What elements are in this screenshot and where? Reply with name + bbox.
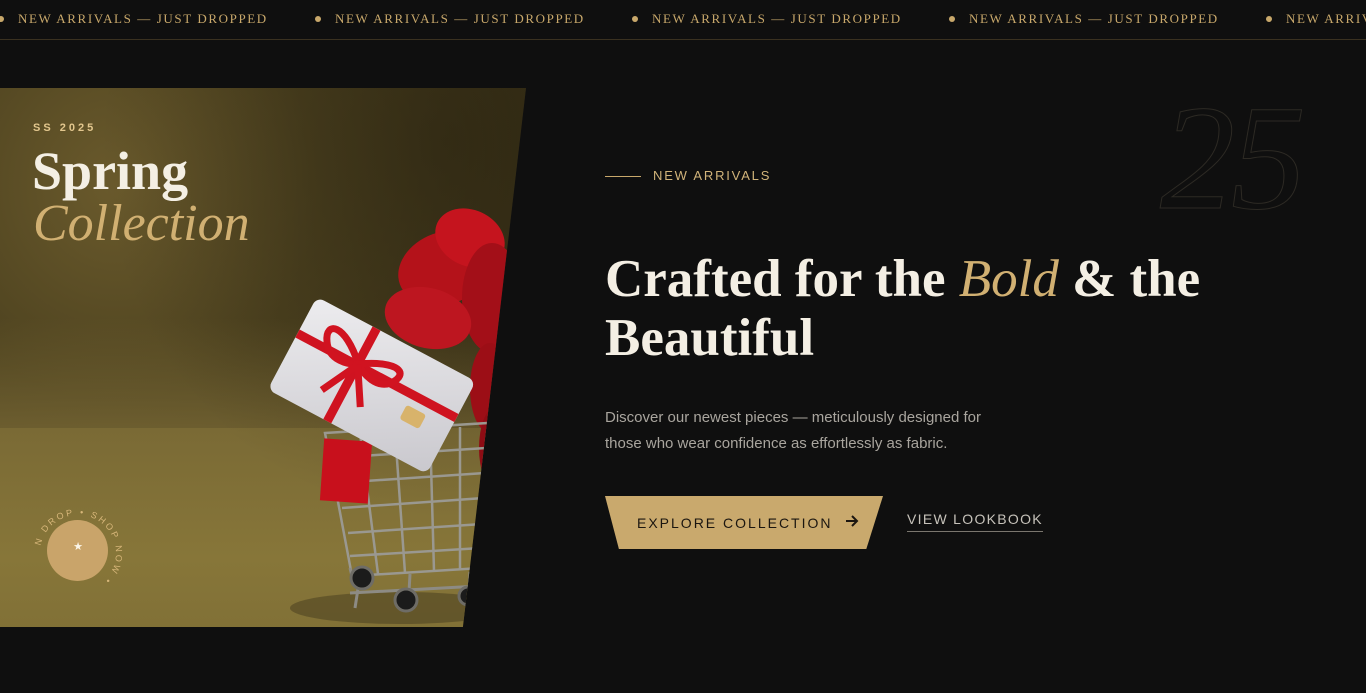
ticker-item: NEW ARRIVALS — JUST DROPPED xyxy=(949,11,1266,27)
season-label: SS 2025 xyxy=(33,122,97,134)
bullet-dot-icon xyxy=(949,16,955,22)
bullet-dot-icon xyxy=(0,16,4,22)
ticker-text: NEW ARRIVALS — JUST DROPPED xyxy=(335,11,585,26)
headline-part1: Crafted for the xyxy=(605,250,959,308)
explore-collection-button[interactable]: EXPLORE COLLECTION xyxy=(605,496,883,549)
eyebrow-label: NEW ARRIVALS xyxy=(653,168,772,183)
badge-text: N DROP • SHOP NOW • xyxy=(33,508,122,587)
ticker-item: NEW ARRIVALS — JUST DROPPED xyxy=(632,11,949,27)
ticker-item: NEW ARRIVALS — JUST DROPPED xyxy=(0,11,315,27)
shop-now-badge[interactable]: ★ N DROP • SHOP NOW • xyxy=(33,508,123,598)
bullet-dot-icon xyxy=(1266,16,1272,22)
bullet-dot-icon xyxy=(315,16,321,22)
hero-title-line2: Collection xyxy=(33,195,250,252)
explore-button-label: EXPLORE COLLECTION xyxy=(637,514,833,531)
ticker-text: NEW ARRIVALS — JUST DROPPED xyxy=(652,11,902,26)
badge-ring-text: N DROP • SHOP NOW • xyxy=(33,508,123,587)
eyebrow-divider xyxy=(605,176,641,177)
decorative-number: 25 xyxy=(1160,75,1307,241)
ticker-text: NEW ARRIVALS — JUST DROPPED xyxy=(18,11,268,26)
hero-title-line1: Spring xyxy=(32,141,189,201)
ticker-text: NEW ARRIVALS — JUST DROPPED xyxy=(1286,11,1366,26)
svg-text:N DROP • SHOP NOW •: N DROP • SHOP NOW • xyxy=(33,508,123,587)
bullet-dot-icon xyxy=(632,16,638,22)
arrow-right-icon xyxy=(845,514,859,532)
headline: Crafted for the Bold & the Beautiful xyxy=(605,250,1325,368)
announcement-ticker: NEW ARRIVALS — JUST DROPPED NEW ARRIVALS… xyxy=(0,0,1366,40)
view-lookbook-link[interactable]: VIEW LOOKBOOK xyxy=(907,511,1043,532)
ticker-text: NEW ARRIVALS — JUST DROPPED xyxy=(969,11,1219,26)
ticker-item: NEW ARRIVALS — JUST DROPPED xyxy=(315,11,632,27)
headline-accent: Bold xyxy=(958,250,1059,308)
ticker-item: NEW ARRIVALS — JUST DROPPED xyxy=(1266,11,1366,27)
hero-description: Discover our newest pieces — meticulousl… xyxy=(605,409,982,452)
ticker-track: NEW ARRIVALS — JUST DROPPED NEW ARRIVALS… xyxy=(0,11,1366,27)
